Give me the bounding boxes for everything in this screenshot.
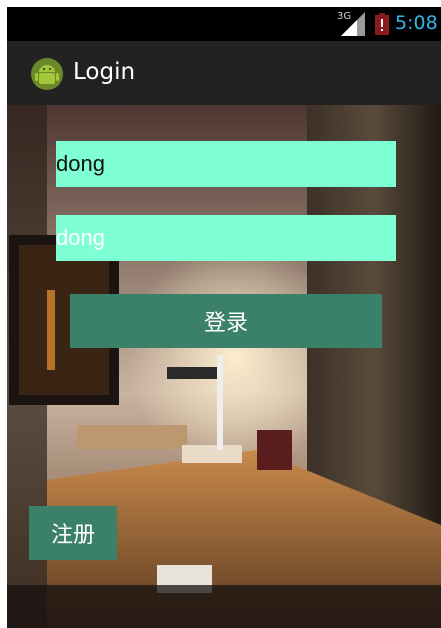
- password-field[interactable]: [56, 215, 396, 261]
- action-bar: Login: [7, 41, 441, 105]
- username-field[interactable]: [56, 141, 396, 187]
- status-clock: 5:08: [395, 12, 438, 34]
- login-button[interactable]: 登录: [70, 294, 382, 348]
- phone-screen: 3G 5:08 Login dong dong 登录 注册: [7, 7, 441, 628]
- android-icon: [31, 58, 63, 90]
- battery-low-icon: [375, 13, 389, 35]
- register-button[interactable]: 注册: [29, 506, 117, 560]
- signal-icon: [341, 12, 365, 36]
- status-bar: 3G 5:08: [7, 7, 441, 41]
- page-title: Login: [73, 59, 136, 85]
